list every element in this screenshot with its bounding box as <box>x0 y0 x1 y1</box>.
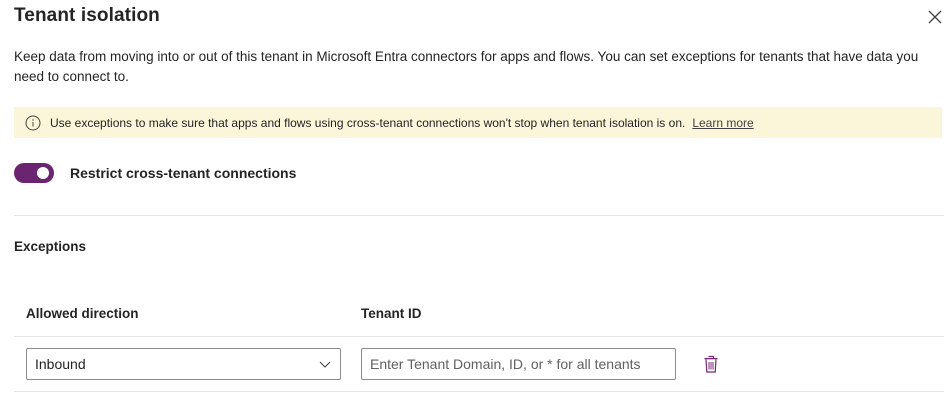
direction-dropdown[interactable]: Inbound <box>26 348 341 380</box>
info-banner: Use exceptions to make sure that apps an… <box>14 107 942 138</box>
direction-dropdown-value: Inbound <box>35 356 86 372</box>
close-icon[interactable] <box>926 8 944 26</box>
trash-icon[interactable] <box>703 354 719 374</box>
restrict-toggle-row: Restrict cross-tenant connections <box>14 163 296 183</box>
exceptions-heading: Exceptions <box>14 239 87 254</box>
panel-description: Keep data from moving into or out of thi… <box>14 49 919 84</box>
toggle-knob <box>37 167 49 179</box>
toggle-label: Restrict cross-tenant connections <box>70 165 297 181</box>
chevron-down-icon <box>318 357 332 371</box>
column-header-tenant-id: Tenant ID <box>361 306 422 321</box>
table-header-divider <box>14 336 944 337</box>
restrict-cross-tenant-toggle[interactable] <box>14 163 54 183</box>
panel-title: Tenant isolation <box>14 5 160 26</box>
tenant-id-input[interactable] <box>361 348 676 380</box>
table-row-divider <box>14 391 944 392</box>
learn-more-link[interactable]: Learn more <box>692 116 753 130</box>
tenant-isolation-panel: Tenant isolation Keep data from moving i… <box>0 0 948 402</box>
banner-message: Use exceptions to make sure that apps an… <box>50 115 686 130</box>
section-divider <box>14 215 944 216</box>
column-header-direction: Allowed direction <box>26 306 139 321</box>
info-icon <box>25 115 41 131</box>
